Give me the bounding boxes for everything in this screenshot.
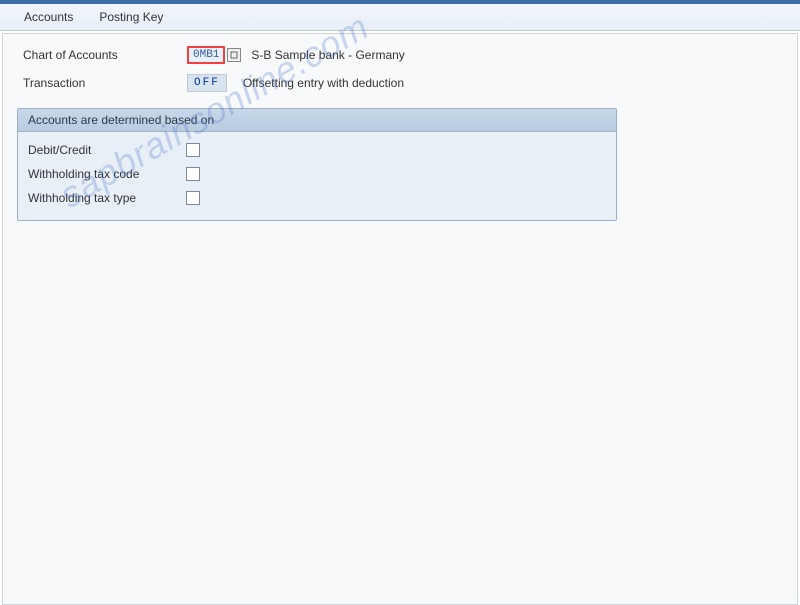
checkbox-debit-credit[interactable]	[186, 143, 200, 157]
menu-accounts[interactable]: Accounts	[20, 8, 77, 26]
value-transaction: OFF	[187, 74, 227, 92]
row-chart-of-accounts: Chart of Accounts 0MB1 S-B Sample bank -…	[17, 44, 783, 66]
group-header: Accounts are determined based on	[18, 109, 616, 132]
menu-posting-key[interactable]: Posting Key	[95, 8, 167, 26]
label-wht-code: Withholding tax code	[28, 167, 186, 181]
desc-chart-of-accounts: S-B Sample bank - Germany	[251, 48, 404, 62]
row-debit-credit: Debit/Credit	[28, 138, 606, 162]
label-chart-of-accounts: Chart of Accounts	[17, 48, 187, 62]
label-transaction: Transaction	[17, 76, 187, 90]
checkbox-wht-type[interactable]	[186, 191, 200, 205]
input-chart-of-accounts[interactable]: 0MB1	[187, 46, 225, 64]
checkbox-wht-code[interactable]	[186, 167, 200, 181]
row-transaction: Transaction OFF Offsetting entry with de…	[17, 72, 783, 94]
label-wht-type: Withholding tax type	[28, 191, 186, 205]
label-debit-credit: Debit/Credit	[28, 143, 186, 157]
menu-bar: Accounts Posting Key	[0, 4, 800, 31]
search-help-icon[interactable]	[227, 48, 241, 62]
desc-transaction: Offsetting entry with deduction	[243, 76, 404, 90]
row-wht-code: Withholding tax code	[28, 162, 606, 186]
row-wht-type: Withholding tax type	[28, 186, 606, 210]
group-accounts-determined: Accounts are determined based on Debit/C…	[17, 108, 617, 221]
content-area: Chart of Accounts 0MB1 S-B Sample bank -…	[2, 33, 798, 605]
group-body: Debit/Credit Withholding tax code Withho…	[18, 132, 616, 220]
